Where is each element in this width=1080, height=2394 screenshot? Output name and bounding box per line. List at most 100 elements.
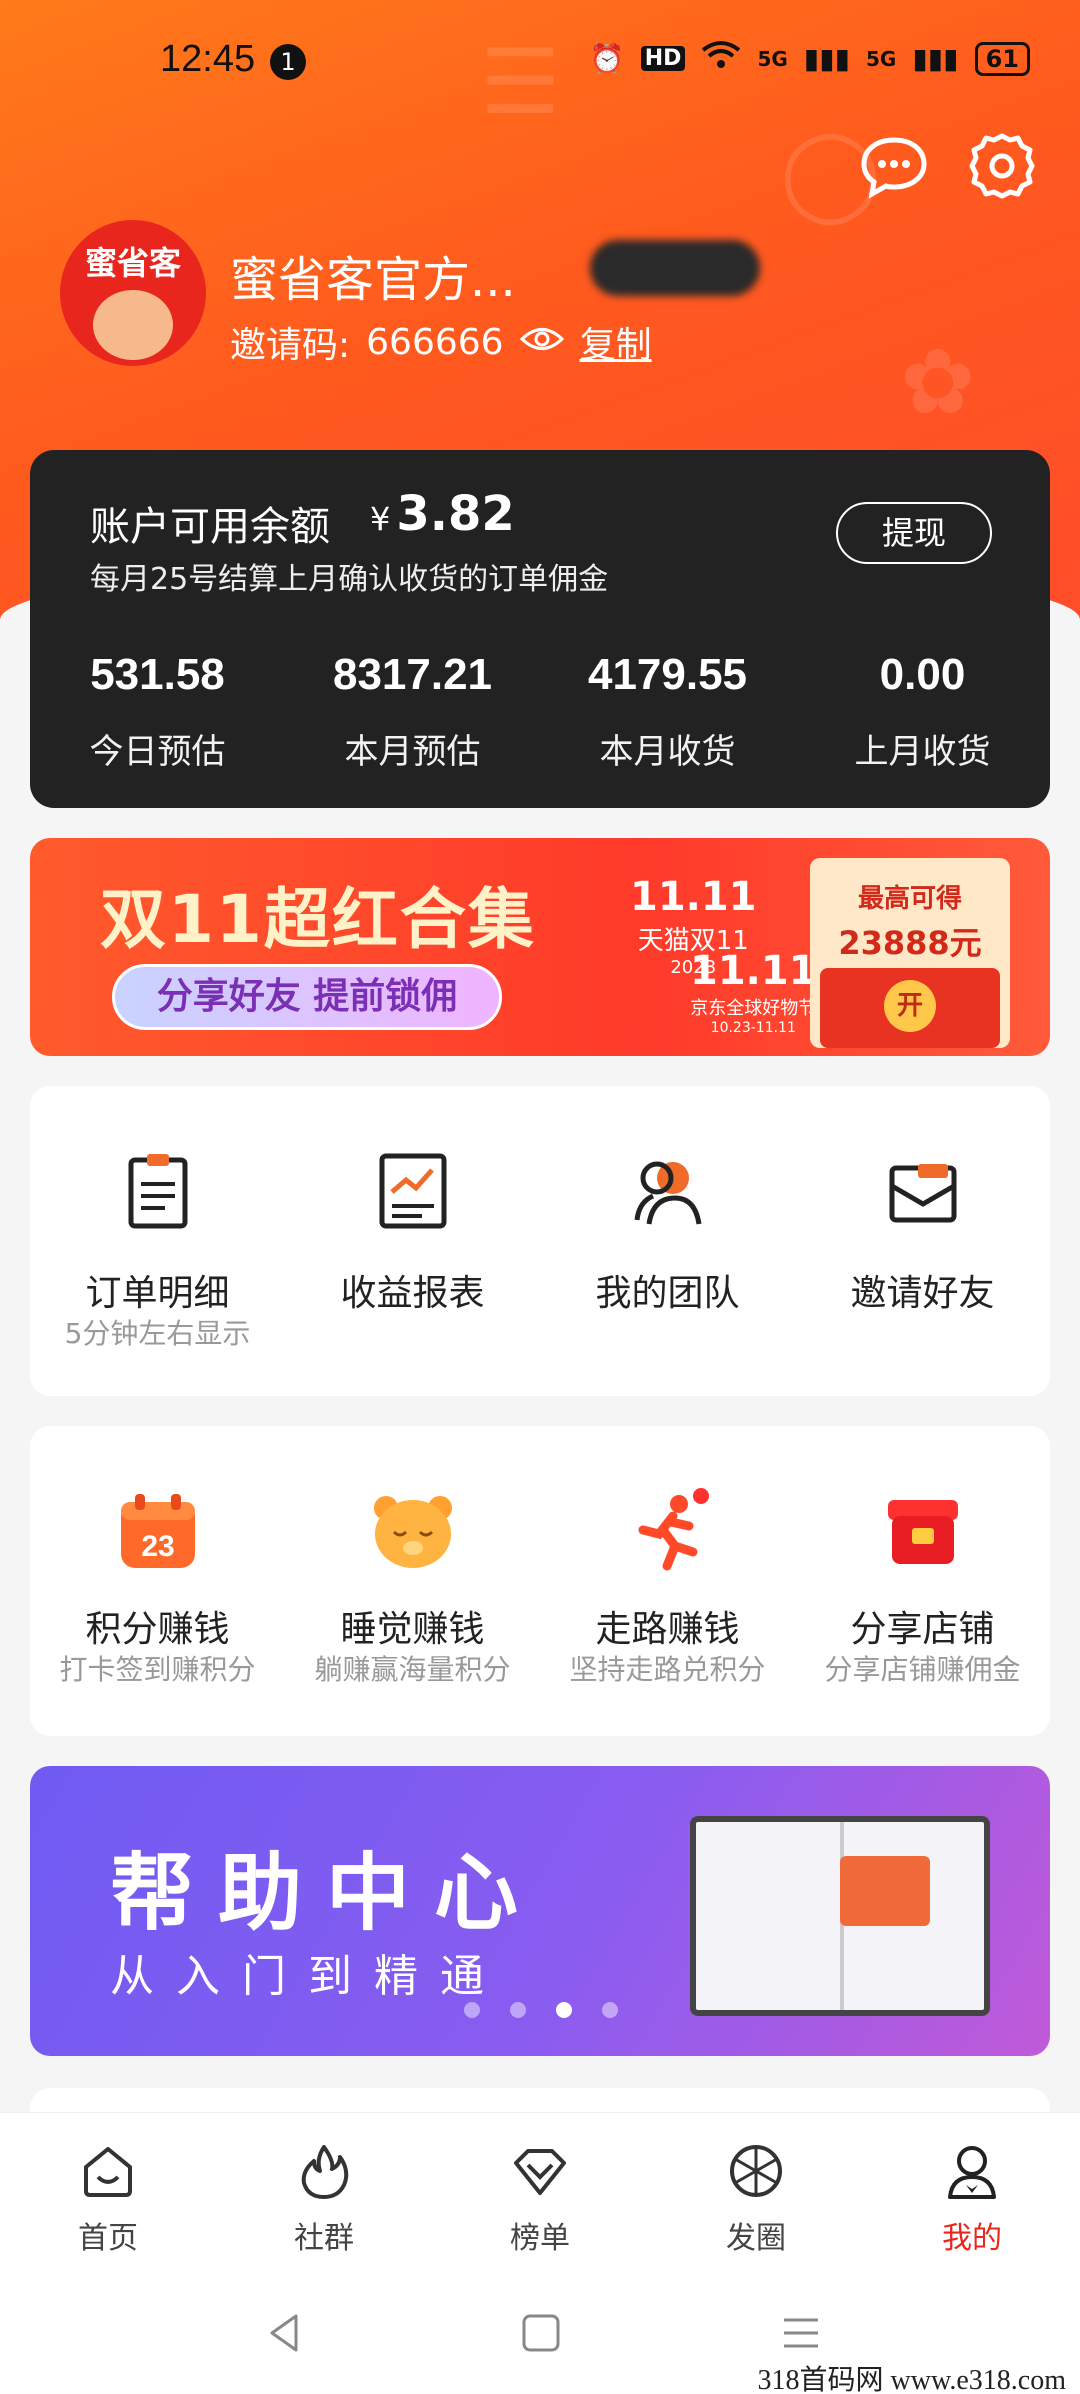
copy-invite-code-link[interactable]: 复制 <box>580 316 652 368</box>
order-list-icon <box>128 1154 187 1229</box>
stat-label: 本月收货 <box>599 732 736 772</box>
stat-month-received[interactable]: 4179.55 本月收货 <box>540 650 795 773</box>
runner-icon <box>638 1488 709 1571</box>
earnings-stats: 531.58 今日预估 8317.21 本月预估 4179.55 本月收货 0.… <box>30 650 1050 773</box>
calendar-badge: 23 <box>141 1530 174 1563</box>
hd-label: HD <box>640 46 686 71</box>
back-icon[interactable] <box>260 2308 310 2358</box>
tool-earnings-report[interactable]: 收益报表 <box>285 1086 540 1396</box>
jd-11-logo: 11.11 <box>690 948 817 994</box>
wifi-icon <box>701 40 741 77</box>
signal-icon: ▮▮▮ <box>912 42 959 75</box>
ranking-icon <box>514 2149 566 2195</box>
nav-rankings[interactable]: 榜单 <box>432 2113 648 2282</box>
help-center-subtitle: 从入门到精通 <box>110 1951 506 2002</box>
avatar[interactable]: 蜜省客 <box>60 220 206 366</box>
home-square-icon[interactable] <box>516 2308 566 2358</box>
tool-title: 邀请好友 <box>850 1273 995 1314</box>
carousel-dot[interactable] <box>510 2002 526 2018</box>
tool-order-details[interactable]: 订单明细 5分钟左右显示 <box>30 1086 285 1396</box>
balance-amount: ¥3.82 <box>370 486 515 542</box>
stat-label: 本月预估 <box>344 732 481 772</box>
sleeping-bear-icon <box>373 1496 452 1568</box>
promo-platform-logos: 11.11 天猫双11 2023 11.11 京东全球好物节 10.23-11.… <box>570 874 817 1036</box>
red-envelope: 最高可得 23888元 开 <box>810 858 1010 1048</box>
invite-code-value: 666666 <box>366 321 504 363</box>
double11-promo-banner[interactable]: 双11超红合集 分享好友 提前锁佣 11.11 天猫双11 2023 11.11… <box>30 838 1050 1056</box>
stat-last-month-received[interactable]: 0.00 上月收货 <box>795 650 1050 773</box>
stat-value: 8317.21 <box>332 650 493 699</box>
earn-points[interactable]: 23 积分赚钱 打卡签到赚积分 <box>30 1426 285 1736</box>
settings-icon <box>969 133 1035 199</box>
balance-value: 3.82 <box>396 486 515 542</box>
earn-title: 走路赚钱 <box>595 1609 740 1650</box>
earn-title: 睡觉赚钱 <box>340 1609 485 1650</box>
earn-subtitle: 打卡签到赚积分 <box>59 1653 256 1686</box>
video-play-icon <box>840 1856 930 1926</box>
carousel-dot[interactable] <box>602 2002 618 2018</box>
monkey-mascot-icon <box>93 290 173 360</box>
invite-envelope-icon <box>889 1164 956 1223</box>
notification-count-badge: 1 <box>270 44 306 80</box>
earn-sleep[interactable]: 睡觉赚钱 躺赚赢海量积分 <box>285 1426 540 1736</box>
earn-walk[interactable]: 走路赚钱 坚持走路兑积分 <box>540 1426 795 1736</box>
red-envelope-top-label: 最高可得 <box>857 884 962 914</box>
help-center-banner[interactable]: 帮助中心 从入门到精通 <box>30 1766 1050 2056</box>
balance-label: 账户可用余额 <box>90 504 330 550</box>
nav-label: 榜单 <box>510 2221 570 2256</box>
status-time: 12:45 <box>160 38 256 80</box>
earn-title: 积分赚钱 <box>85 1609 230 1650</box>
alarm-icon: ⏰ <box>589 42 625 75</box>
watermark-text: 318首码网 www.e318.com <box>757 2365 1066 2394</box>
stat-today-estimate[interactable]: 531.58 今日预估 <box>30 650 285 773</box>
stat-value: 531.58 <box>90 650 225 699</box>
earnings-report-icon <box>379 1153 446 1229</box>
store-icon <box>887 1500 958 1564</box>
promo-share-pill: 分享好友 提前锁佣 <box>112 964 502 1030</box>
battery-level: 61 <box>974 41 1030 76</box>
nav-home[interactable]: 首页 <box>0 2113 216 2282</box>
invite-code-label: 邀请码: <box>230 325 351 366</box>
earn-share-store[interactable]: 分享店铺 分享店铺赚佣金 <box>795 1426 1050 1736</box>
nav-label: 我的 <box>942 2221 1002 2256</box>
tool-invite-friends[interactable]: 邀请好友 <box>795 1086 1050 1396</box>
eye-icon[interactable] <box>519 322 564 363</box>
carousel-dot-active[interactable] <box>556 2002 572 2018</box>
invite-code-row: 邀请码: 666666 复制 <box>230 316 652 368</box>
red-envelope-amount: 23888元 <box>838 924 982 962</box>
nav-mine[interactable]: 我的 <box>864 2113 1080 2282</box>
nav-moments[interactable]: 发圈 <box>648 2113 864 2282</box>
tool-title: 收益报表 <box>340 1273 485 1314</box>
settlement-note: 每月25号结算上月确认收货的订单佣金 <box>90 562 609 597</box>
signal-icon: ▮▮▮ <box>803 42 851 75</box>
stat-value: 4179.55 <box>587 650 748 699</box>
earn-grid: 23 积分赚钱 打卡签到赚积分 睡觉赚钱 躺赚赢海量积分 走路赚钱 坚持走路兑积… <box>30 1426 1050 1736</box>
profile-section: 蜜省客 蜜省客官方... 邀请码: 666666 复制 <box>60 220 1060 370</box>
tool-title: 订单明细 <box>85 1273 230 1314</box>
avatar-logo-text: 蜜省客 <box>84 244 181 282</box>
nav-community[interactable]: 社群 <box>216 2113 432 2282</box>
message-button[interactable] <box>858 130 930 202</box>
tools-grid: 订单明细 5分钟左右显示 收益报表 我的团队 邀请好友 <box>30 1086 1050 1396</box>
earn-subtitle: 躺赚赢海量积分 <box>314 1653 511 1686</box>
tool-title: 我的团队 <box>595 1273 740 1314</box>
open-envelope-button: 开 <box>884 980 936 1032</box>
withdraw-button[interactable]: 提现 <box>836 502 992 564</box>
stat-month-estimate[interactable]: 8317.21 本月预估 <box>285 650 540 773</box>
menu-icon[interactable] <box>776 2308 826 2358</box>
carousel-dot[interactable] <box>464 2002 480 2018</box>
tmall-11-logo: 11.11 <box>630 874 757 920</box>
settings-button[interactable] <box>966 130 1038 202</box>
profile-icon <box>948 2146 996 2199</box>
stat-value: 0.00 <box>879 650 966 699</box>
redacted-badge <box>590 240 760 296</box>
help-center-title: 帮助中心 <box>110 1844 543 1942</box>
jd-label: 京东全球好物节 <box>690 998 817 1019</box>
earn-title: 分享店铺 <box>850 1609 995 1650</box>
balance-card: 账户可用余额 ¥3.82 每月25号结算上月确认收货的订单佣金 提现 531.5… <box>30 450 1050 808</box>
currency-symbol: ¥ <box>370 500 391 538</box>
tool-subtitle: 5分钟左右显示 <box>64 1317 251 1350</box>
tool-my-team[interactable]: 我的团队 <box>540 1086 795 1396</box>
aperture-icon <box>730 2145 782 2197</box>
message-icon <box>861 137 927 199</box>
